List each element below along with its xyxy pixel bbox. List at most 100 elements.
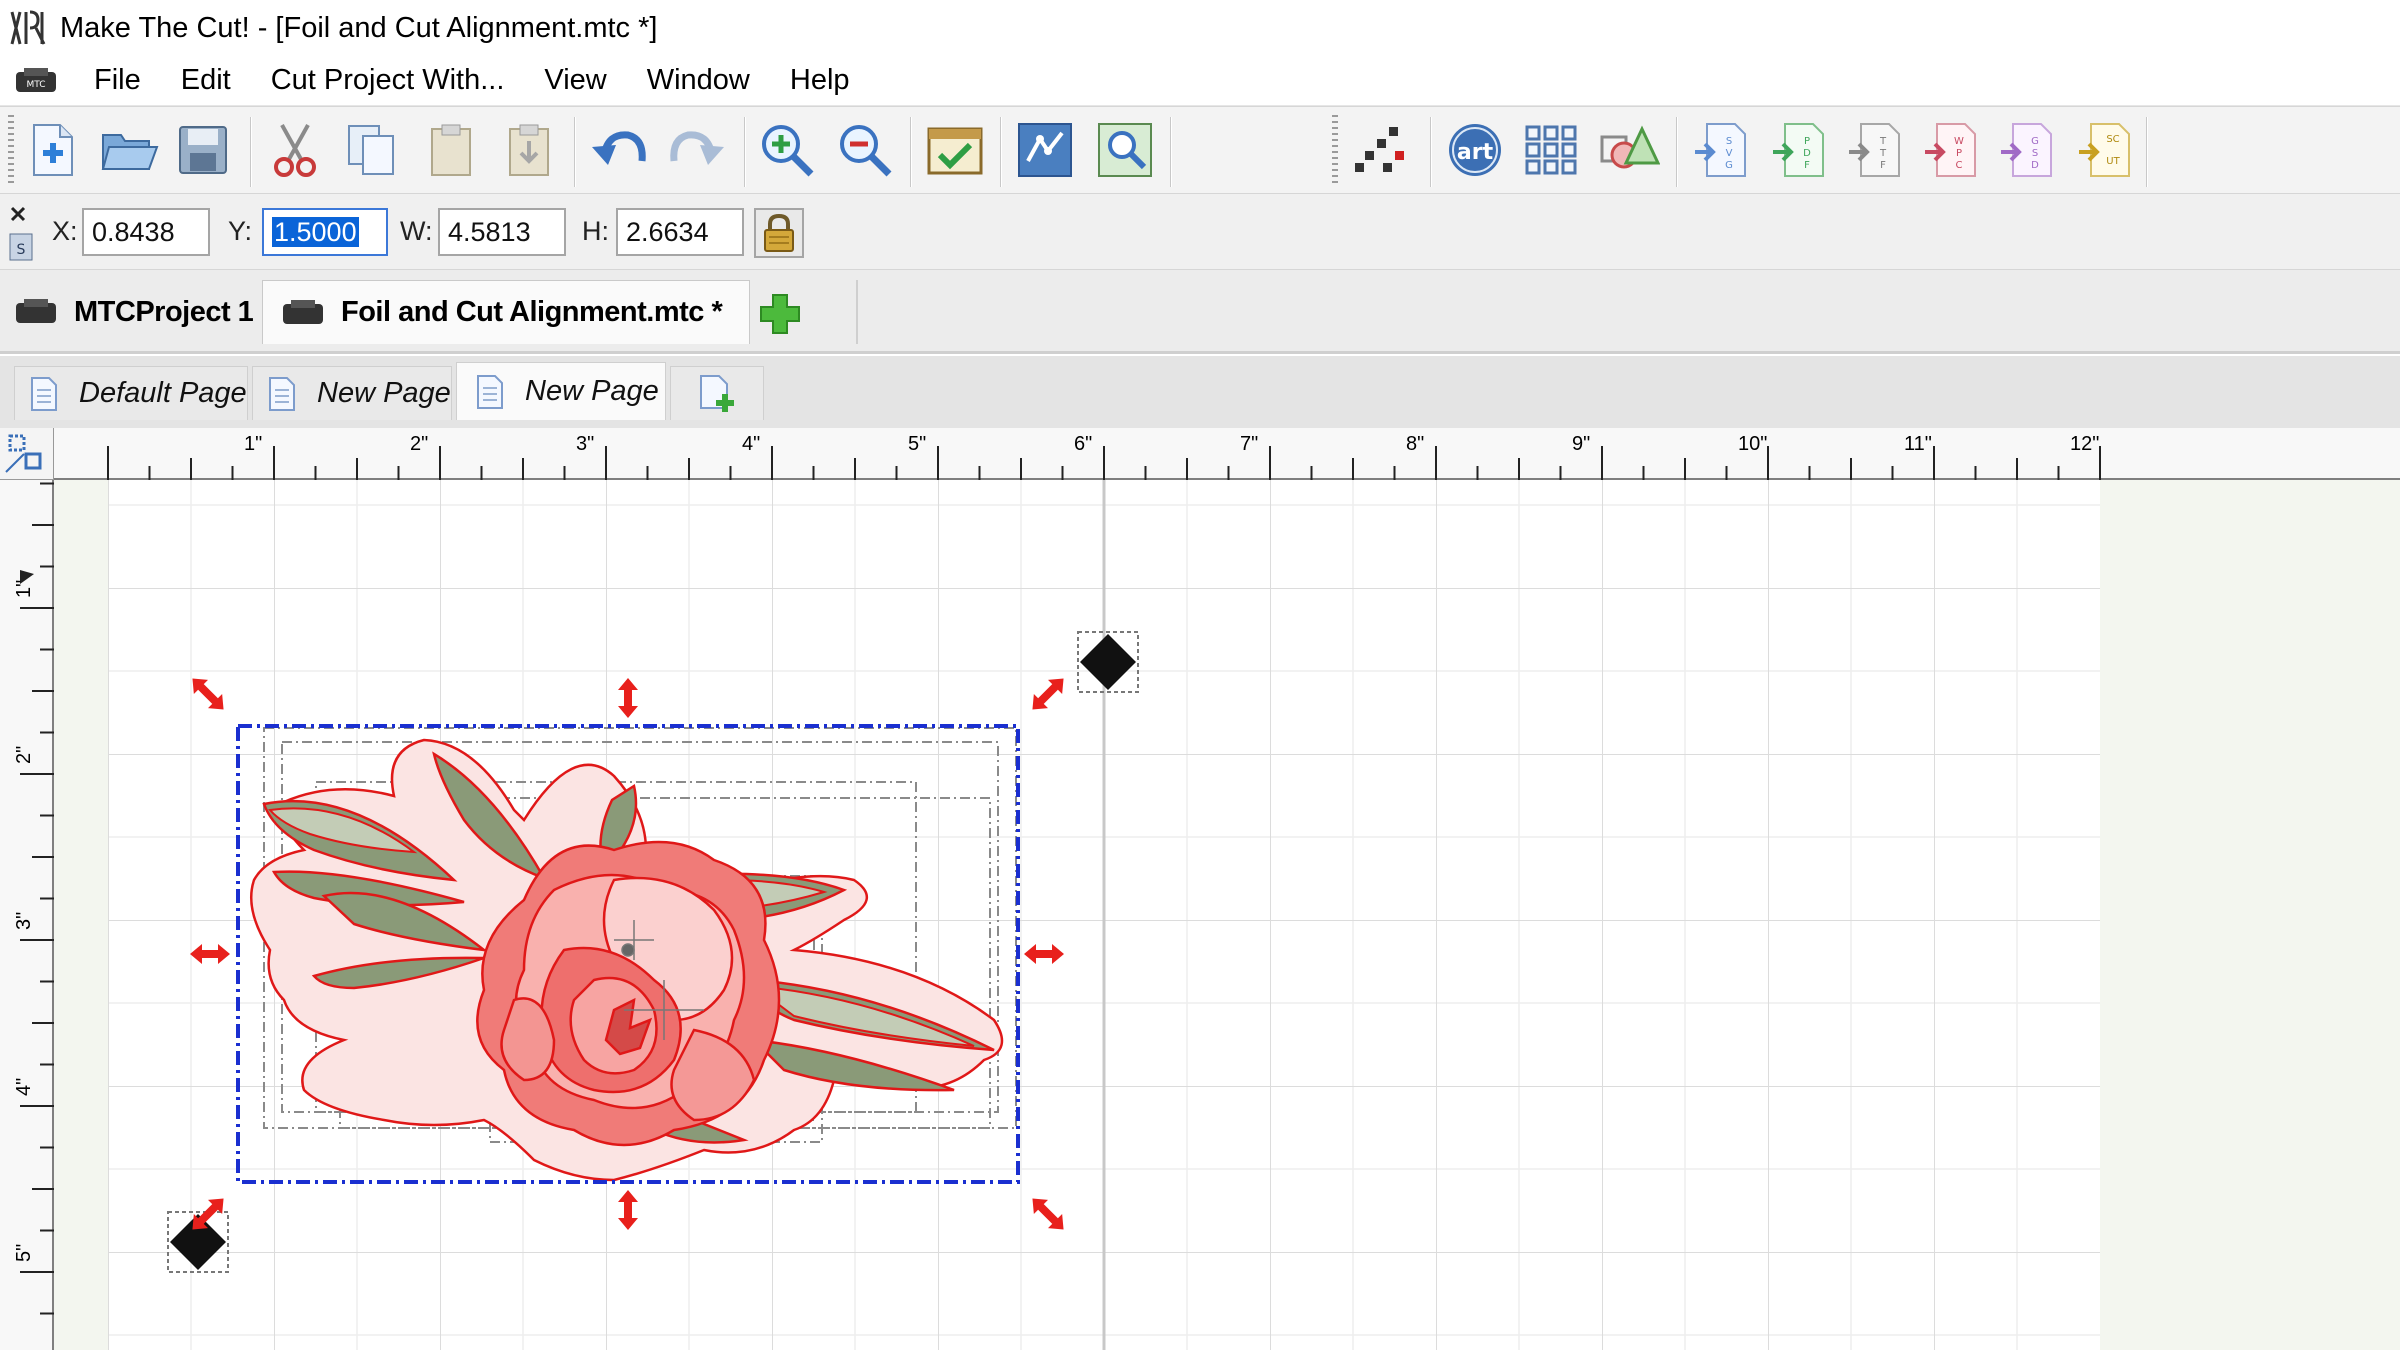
- svg-text:W: W: [1954, 136, 1964, 147]
- transform-bar: S X: 0.8438 Y: 1.5000 W: 4.5813 H: 2.663…: [0, 194, 2400, 270]
- toolbar-separator: [2146, 117, 2148, 187]
- svg-text:C: C: [1956, 160, 1963, 171]
- x-position-field[interactable]: 0.8438: [82, 208, 210, 256]
- toolbar-grip[interactable]: [8, 115, 14, 187]
- new-file-button[interactable]: [20, 117, 86, 183]
- save-button[interactable]: [170, 117, 236, 183]
- redo-button[interactable]: [664, 117, 730, 183]
- window-title: Make The Cut! - [Foil and Cut Alignment.…: [60, 11, 658, 44]
- tab-page-default[interactable]: Default Page: [14, 366, 248, 420]
- magic-zoom-button[interactable]: [1092, 117, 1158, 183]
- canvas-drawing[interactable]: [54, 480, 2400, 1350]
- toolbar-separator: [1676, 117, 1678, 187]
- tab-label: New Page: [525, 375, 659, 407]
- open-button[interactable]: [96, 117, 162, 183]
- y-position-value: 1.5000: [272, 217, 359, 247]
- add-page-button[interactable]: [670, 366, 764, 420]
- svg-text:G: G: [2031, 136, 2039, 147]
- transform-close-icon[interactable]: S: [6, 200, 36, 264]
- ruler-label: 8": [1406, 433, 1424, 455]
- lock-aspect-button[interactable]: [754, 208, 804, 258]
- tab-project-foil-and-cut[interactable]: Foil and Cut Alignment.mtc *: [262, 280, 750, 344]
- art-library-button[interactable]: art: [1442, 117, 1508, 183]
- virtual-mat-icon: [927, 127, 983, 175]
- menu-view[interactable]: View: [524, 64, 626, 97]
- paste-in-place-button[interactable]: [496, 117, 562, 183]
- w-label: W:: [400, 216, 433, 246]
- svg-text:F: F: [1880, 160, 1886, 171]
- import-svg-button[interactable]: SVG: [1688, 117, 1754, 183]
- design-canvas[interactable]: [54, 480, 2400, 1350]
- undo-button[interactable]: [586, 117, 652, 183]
- zoom-in-button[interactable]: [754, 117, 820, 183]
- svg-text:UT: UT: [2106, 156, 2120, 167]
- import-wpc-icon: WPC: [1925, 123, 1976, 177]
- menu-cut-project-with[interactable]: Cut Project With...: [251, 64, 525, 97]
- height-field[interactable]: 2.6634: [616, 208, 744, 256]
- toolbar-grip[interactable]: [1332, 115, 1338, 187]
- menu-file[interactable]: File: [74, 64, 161, 97]
- import-wpc-button[interactable]: WPC: [1918, 117, 1984, 183]
- ruler-label: 5": [13, 1244, 35, 1262]
- ruler-label: 12": [2070, 433, 2099, 455]
- mtc-document-icon[interactable]: MTC: [14, 66, 58, 96]
- shapes-button[interactable]: [1596, 117, 1662, 183]
- horizontal-ruler-ticks: 1" 2" 3" 4" 5" 6" 7" 8" 9" 10" 11" 12": [107, 433, 2101, 480]
- main-toolbar: art SVG PDF TTF WPC GSD SC UT: [0, 106, 2400, 194]
- menu-edit[interactable]: Edit: [161, 64, 251, 97]
- project-tab-bar: MTCProject 1 Foil and Cut Alignment.mtc …: [0, 270, 2400, 354]
- h-label: H:: [582, 216, 609, 246]
- copy-button[interactable]: [338, 117, 404, 183]
- height-value: 2.6634: [626, 217, 709, 247]
- ruler-origin-button[interactable]: [0, 428, 54, 480]
- y-position-field[interactable]: 1.5000: [262, 208, 388, 256]
- grid-array-button[interactable]: [1518, 117, 1584, 183]
- vertical-ruler[interactable]: 1" 2" 3" 4" 5": [0, 480, 54, 1350]
- import-scut-button[interactable]: SC UT: [2072, 117, 2138, 183]
- paste-in-place-icon: [509, 124, 549, 176]
- zoom-out-button[interactable]: [832, 117, 898, 183]
- horizontal-ruler[interactable]: 1" 2" 3" 4" 5" 6" 7" 8" 9" 10" 11" 12": [54, 428, 2400, 480]
- svg-text:P: P: [1956, 148, 1962, 159]
- menu-window[interactable]: Window: [627, 64, 770, 97]
- width-field[interactable]: 4.5813: [438, 208, 566, 256]
- ruler-label: 2": [13, 746, 35, 764]
- import-gsd-button[interactable]: GSD: [1994, 117, 2060, 183]
- paste-button[interactable]: [418, 117, 484, 183]
- svg-text:art: art: [1457, 140, 1494, 165]
- svg-text:V: V: [1726, 148, 1733, 159]
- import-ttf-button[interactable]: TTF: [1842, 117, 1908, 183]
- tab-project-mtcproject1[interactable]: MTCProject 1: [6, 280, 258, 344]
- svg-text:MTC: MTC: [26, 80, 45, 90]
- node-edit-button[interactable]: [1350, 117, 1416, 183]
- ruler-label: 2": [410, 433, 428, 455]
- vertical-ruler-ticks: 1" 2" 3" 4" 5": [13, 482, 54, 1315]
- plus-icon: [760, 294, 800, 334]
- x-position-value: 0.8438: [92, 217, 175, 247]
- node-edit-icon: [1355, 127, 1404, 172]
- import-pdf-icon: PDF: [1773, 123, 1824, 177]
- mat-right-margin: [2100, 480, 2154, 1350]
- page-tab-bar: Default Page New Page New Page: [0, 354, 2400, 428]
- virtual-mat-button[interactable]: [922, 117, 988, 183]
- cut-button[interactable]: [262, 117, 328, 183]
- tab-page-new-2[interactable]: New Page: [456, 362, 666, 420]
- paste-icon: [431, 124, 471, 176]
- ruler-label: 11": [1904, 433, 1932, 455]
- save-icon: [179, 126, 227, 174]
- ruler-origin-icon: [5, 434, 42, 473]
- open-folder-icon: [101, 134, 159, 170]
- redo-icon: [670, 131, 724, 165]
- ruler-label: 10": [1738, 433, 1767, 455]
- tab-page-new-1[interactable]: New Page: [252, 366, 452, 420]
- import-pdf-button[interactable]: PDF: [1766, 117, 1832, 183]
- ruler-label: 7": [1240, 433, 1258, 455]
- trace-button[interactable]: [1012, 117, 1078, 183]
- undo-icon: [592, 131, 646, 165]
- svg-text:S: S: [17, 242, 26, 258]
- svg-text:D: D: [1803, 148, 1811, 159]
- add-project-button[interactable]: [752, 286, 808, 342]
- toolbar-separator: [744, 117, 746, 187]
- svg-text:SC: SC: [2106, 134, 2119, 145]
- menu-help[interactable]: Help: [770, 64, 870, 97]
